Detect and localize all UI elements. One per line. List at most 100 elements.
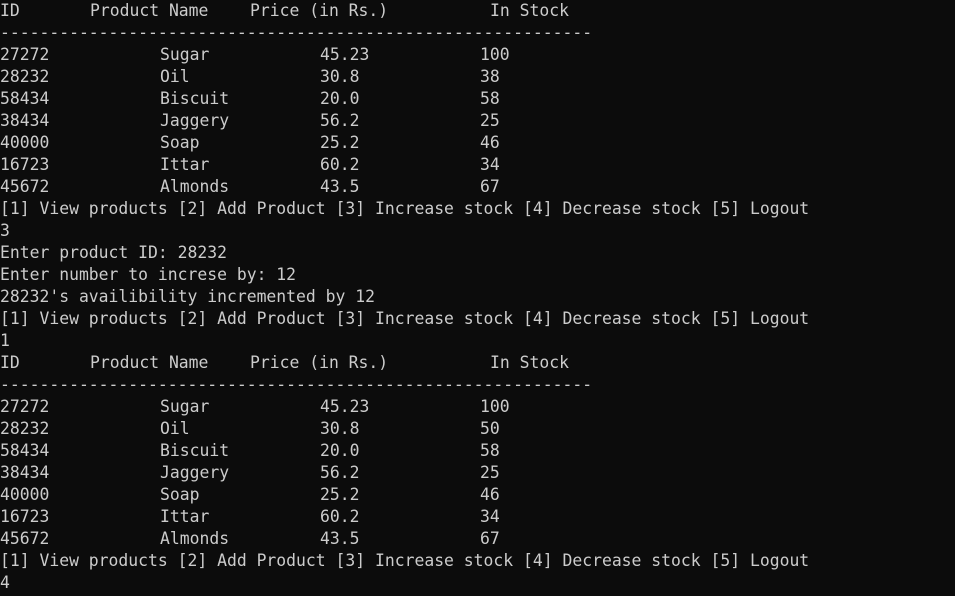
- row-price: 43.5: [320, 529, 360, 548]
- table-row: 58434 Biscuit 20.0 58: [0, 440, 955, 462]
- table-row: 58434 Biscuit 20.0 58: [0, 88, 955, 110]
- header-id: ID: [0, 1, 20, 20]
- row-id: 45672: [0, 177, 50, 196]
- row-stock: 25: [480, 463, 500, 482]
- row-id: 16723: [0, 507, 50, 526]
- row-stock: 58: [480, 441, 500, 460]
- table-row: 45672 Almonds 43.5 67: [0, 176, 955, 198]
- prompt-product-id: Enter product ID: 28232: [0, 243, 227, 262]
- user-input: 1: [0, 331, 10, 350]
- row-id: 27272: [0, 397, 50, 416]
- row-name: Soap: [160, 485, 200, 504]
- row-stock: 38: [480, 67, 500, 86]
- table-header: ID Product Name Price (in Rs.) In Stock: [0, 0, 955, 22]
- row-stock: 46: [480, 485, 500, 504]
- header-product-name: Product Name: [90, 353, 209, 372]
- table-row: 38434 Jaggery 56.2 25: [0, 462, 955, 484]
- terminal-window[interactable]: ID Product Name Price (in Rs.) In Stock …: [0, 0, 955, 596]
- row-id: 58434: [0, 89, 50, 108]
- row-stock: 100: [480, 45, 510, 64]
- row-name: Jaggery: [160, 463, 230, 482]
- row-price: 25.2: [320, 133, 360, 152]
- row-name: Oil: [160, 419, 190, 438]
- header-in-stock: In Stock: [490, 1, 569, 20]
- table-divider: ----------------------------------------…: [0, 22, 955, 44]
- table-row: 45672 Almonds 43.5 67: [0, 528, 955, 550]
- table-header: ID Product Name Price (in Rs.) In Stock: [0, 352, 955, 374]
- menu-text: [1] View products [2] Add Product [3] In…: [0, 309, 810, 328]
- row-name: Sugar: [160, 397, 210, 416]
- row-id: 45672: [0, 529, 50, 548]
- row-price: 60.2: [320, 155, 360, 174]
- menu-text: [1] View products [2] Add Product [3] In…: [0, 199, 810, 218]
- table-row: 16723 Ittar 60.2 34: [0, 154, 955, 176]
- row-stock: 34: [480, 155, 500, 174]
- row-id: 28232: [0, 419, 50, 438]
- row-id: 16723: [0, 155, 50, 174]
- row-name: Sugar: [160, 45, 210, 64]
- header-price: Price (in Rs.): [250, 353, 389, 372]
- row-id: 28232: [0, 67, 50, 86]
- table-row: 27272 Sugar 45.23 100: [0, 396, 955, 418]
- table-row: 16723 Ittar 60.2 34: [0, 506, 955, 528]
- menu-line: [1] View products [2] Add Product [3] In…: [0, 198, 955, 220]
- row-name: Soap: [160, 133, 200, 152]
- row-name: Oil: [160, 67, 190, 86]
- row-name: Almonds: [160, 529, 230, 548]
- user-input-line: 3: [0, 220, 955, 242]
- row-name: Ittar: [160, 155, 210, 174]
- status-message-line: 28232's availibility incremented by 12: [0, 286, 955, 308]
- row-price: 56.2: [320, 463, 360, 482]
- row-stock: 58: [480, 89, 500, 108]
- row-price: 30.8: [320, 419, 360, 438]
- row-id: 58434: [0, 441, 50, 460]
- table-row: 40000 Soap 25.2 46: [0, 484, 955, 506]
- row-name: Biscuit: [160, 89, 230, 108]
- table-row: 28232 Oil 30.8 38: [0, 66, 955, 88]
- row-price: 25.2: [320, 485, 360, 504]
- row-id: 40000: [0, 485, 50, 504]
- prompt-line: Enter number to increse by: 12: [0, 264, 955, 286]
- user-input: 3: [0, 221, 10, 240]
- row-name: Ittar: [160, 507, 210, 526]
- user-input-line: 4: [0, 572, 955, 594]
- row-price: 30.8: [320, 67, 360, 86]
- row-stock: 46: [480, 133, 500, 152]
- row-stock: 67: [480, 177, 500, 196]
- table-row: 38434 Jaggery 56.2 25: [0, 110, 955, 132]
- header-product-name: Product Name: [90, 1, 209, 20]
- menu-line: [1] View products [2] Add Product [3] In…: [0, 550, 955, 572]
- divider-line: ----------------------------------------…: [0, 23, 593, 42]
- row-stock: 100: [480, 397, 510, 416]
- row-id: 38434: [0, 111, 50, 130]
- menu-text: [1] View products [2] Add Product [3] In…: [0, 551, 810, 570]
- user-input: 4: [0, 573, 10, 592]
- prompt-line: Enter product ID: 28232: [0, 242, 955, 264]
- row-name: Biscuit: [160, 441, 230, 460]
- row-price: 43.5: [320, 177, 360, 196]
- row-id: 38434: [0, 463, 50, 482]
- row-stock: 34: [480, 507, 500, 526]
- row-id: 40000: [0, 133, 50, 152]
- table-row: 28232 Oil 30.8 50: [0, 418, 955, 440]
- row-stock: 50: [480, 419, 500, 438]
- prompt-increase-by: Enter number to increse by: 12: [0, 265, 297, 284]
- row-stock: 67: [480, 529, 500, 548]
- row-price: 56.2: [320, 111, 360, 130]
- table-row: 40000 Soap 25.2 46: [0, 132, 955, 154]
- row-id: 27272: [0, 45, 50, 64]
- row-stock: 25: [480, 111, 500, 130]
- status-message: 28232's availibility incremented by 12: [0, 287, 375, 306]
- table-divider: ----------------------------------------…: [0, 374, 955, 396]
- row-price: 60.2: [320, 507, 360, 526]
- menu-line: [1] View products [2] Add Product [3] In…: [0, 308, 955, 330]
- table-row: 27272 Sugar 45.23 100: [0, 44, 955, 66]
- row-name: Almonds: [160, 177, 230, 196]
- header-in-stock: In Stock: [490, 353, 569, 372]
- row-price: 45.23: [320, 45, 370, 64]
- divider-line: ----------------------------------------…: [0, 375, 593, 394]
- user-input-line: 1: [0, 330, 955, 352]
- header-id: ID: [0, 353, 20, 372]
- row-price: 20.0: [320, 441, 360, 460]
- header-price: Price (in Rs.): [250, 1, 389, 20]
